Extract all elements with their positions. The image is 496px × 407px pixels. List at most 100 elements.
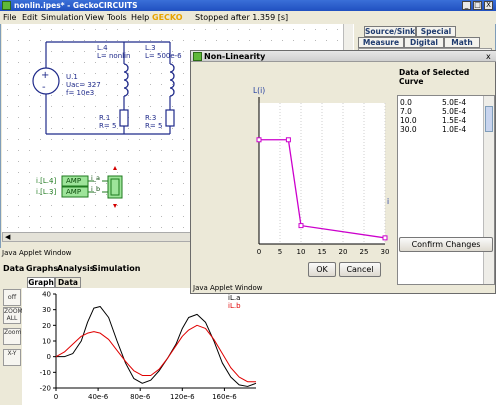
scope-menu-data[interactable]: Data: [3, 264, 24, 273]
meas2-label: i.[L.3]: [36, 188, 57, 196]
main-titlebar[interactable]: nonlin.ipes* - GeckoCIRCUITS _ □ X: [0, 0, 496, 11]
x-tick-label: 15: [318, 248, 327, 255]
zoom-button[interactable]: Zoom: [3, 328, 21, 345]
scope-off-button[interactable]: off: [3, 289, 21, 306]
dialog-titlebar[interactable]: Non-Linearity x: [191, 51, 496, 62]
inductor1-value: L= nonlin: [97, 52, 131, 60]
x-tick-label: 10: [297, 248, 306, 255]
y-axis-label: L(i): [253, 86, 265, 95]
tab-source-sink[interactable]: Source/Sink: [364, 26, 416, 37]
x-axis-label: i: [387, 197, 389, 206]
scroll-left-icon[interactable]: ◀: [5, 233, 10, 241]
svg-text:-: -: [42, 82, 46, 93]
tab-digital[interactable]: Digital: [404, 37, 444, 48]
x-tick-label: 20: [339, 248, 348, 255]
x-tick-label: 5: [278, 248, 282, 255]
table-cell[interactable]: 30.0: [400, 125, 417, 134]
dialog-applet-label: Java Applet Window: [193, 284, 263, 292]
menu-simulation[interactable]: Simulation: [41, 12, 84, 23]
close-button[interactable]: X: [484, 1, 493, 10]
output1-label: i_a: [91, 174, 101, 182]
table-cell[interactable]: 1.0E-4: [442, 125, 466, 134]
meas1-label: i.[L.4]: [36, 177, 57, 185]
y-tick-label: 10: [42, 338, 51, 346]
y-tick-label: -20: [40, 385, 51, 393]
curve-data-table[interactable]: 0.0 5.0E-4 7.0 5.0E-4 10.0 1.5E-4 30.0 1…: [397, 95, 495, 285]
scope-menu-analysis[interactable]: Analysis: [57, 264, 95, 273]
series-line-ilb: [55, 324, 256, 383]
inductor1-name: L.4: [97, 44, 108, 52]
curve-point[interactable]: [256, 137, 262, 143]
curve-data-title: Data of Selected Curve: [399, 68, 470, 86]
scope-graph[interactable]: -20 -10 0 10 20 30 40 0 40e-6 80e-6 120e-6 160e-6 i…: [22, 288, 260, 405]
tab-special[interactable]: Special: [416, 26, 456, 37]
scope-chart: -20 -10 0 10 20 30 40 0 40e-6 80e-6 120e-6 160e-6: [40, 291, 257, 401]
nonlinearity-dialog: Non-Linearity x 051015202530100e-6200e-6…: [190, 50, 496, 294]
lookup-chart: 051015202530100e-6200e-6300e-6400e-6500e…: [230, 86, 390, 267]
x-tick-label: 0: [54, 393, 58, 401]
minimize-button[interactable]: _: [462, 1, 471, 10]
x-tick-label: 40e-6: [88, 393, 109, 401]
x-tick-label: 0: [257, 248, 261, 255]
curve-point[interactable]: [298, 223, 304, 229]
inductor2-value: L= 500e-6: [145, 52, 182, 60]
scope-menu-simulation[interactable]: Simulation: [92, 264, 140, 273]
resistor1-value: R= 5: [99, 122, 117, 130]
maximize-button[interactable]: □: [473, 1, 482, 10]
x-tick-label: 80e-6: [130, 393, 151, 401]
resistor2-name: R.3: [145, 114, 157, 122]
y-tick-label: 40: [42, 291, 51, 299]
x-tick-label: 120e-6: [170, 393, 195, 401]
inductor2-name: L.3: [145, 44, 156, 52]
scope-tab-graph[interactable]: Graph: [27, 277, 55, 288]
simulation-status: Stopped after 1.359 [s]: [195, 13, 289, 22]
dialog-app-icon: [193, 52, 202, 61]
y-tick-label: -10: [40, 369, 51, 377]
table-cell[interactable]: 5.0E-4: [442, 107, 466, 116]
zoom-all-button[interactable]: ZOOM ALL: [3, 307, 23, 324]
y-tick-label: 0: [47, 353, 51, 361]
x-tick-label: 160e-6: [212, 393, 237, 401]
menu-file[interactable]: File: [3, 12, 16, 23]
series-line-ila: [56, 306, 257, 387]
legend-ilb: iL.b: [228, 302, 241, 310]
curve-point[interactable]: [382, 235, 388, 241]
table-vertical-scrollbar[interactable]: [483, 96, 494, 284]
gecko-logo: GECKO: [152, 13, 183, 22]
menu-view[interactable]: View: [85, 12, 104, 23]
y-tick-label: 20: [42, 322, 51, 330]
scope-menu-graphs[interactable]: Graphs: [26, 264, 58, 273]
resistor2-value: R= 5: [145, 122, 163, 130]
menu-edit[interactable]: Edit: [22, 12, 38, 23]
table-cell[interactable]: 0.0: [400, 98, 412, 107]
dialog-title: Non-Linearity: [204, 52, 266, 61]
ok-button[interactable]: OK: [308, 262, 336, 277]
table-cell[interactable]: 7.0: [400, 107, 412, 116]
table-cell[interactable]: 1.5E-4: [442, 116, 466, 125]
tab-measure[interactable]: Measure: [358, 37, 404, 48]
amp1-label: AMP: [66, 177, 82, 185]
confirm-changes-button[interactable]: Confirm Changes: [399, 237, 493, 252]
window-title: nonlin.ipes* - GeckoCIRCUITS: [14, 1, 138, 10]
curve-point[interactable]: [285, 137, 291, 143]
y-tick-label: 30: [42, 306, 51, 314]
source-label-voltage: Uac= 327: [66, 81, 101, 89]
amp2-label: AMP: [66, 188, 82, 196]
x-tick-label: 30: [381, 248, 390, 255]
scrollbar-thumb[interactable]: [485, 106, 493, 132]
scope-tab-data[interactable]: Data: [55, 277, 81, 288]
menu-help[interactable]: Help: [131, 12, 149, 23]
cancel-button[interactable]: Cancel: [339, 262, 381, 277]
resistor1-name: R.1: [99, 114, 111, 122]
x-tick-label: 25: [360, 248, 369, 255]
menu-tools[interactable]: Tools: [107, 12, 127, 23]
gecko-app-icon: [2, 1, 11, 10]
table-cell[interactable]: 10.0: [400, 116, 417, 125]
tab-math[interactable]: Math: [444, 37, 480, 48]
table-cell[interactable]: 5.0E-4: [442, 98, 466, 107]
xy-button[interactable]: X-Y: [3, 349, 21, 366]
svg-text:+: +: [41, 70, 49, 81]
source-label-freq: f= 10e3: [66, 89, 95, 97]
source-label-name: U.1: [66, 73, 78, 81]
dialog-close-icon[interactable]: x: [486, 51, 491, 62]
